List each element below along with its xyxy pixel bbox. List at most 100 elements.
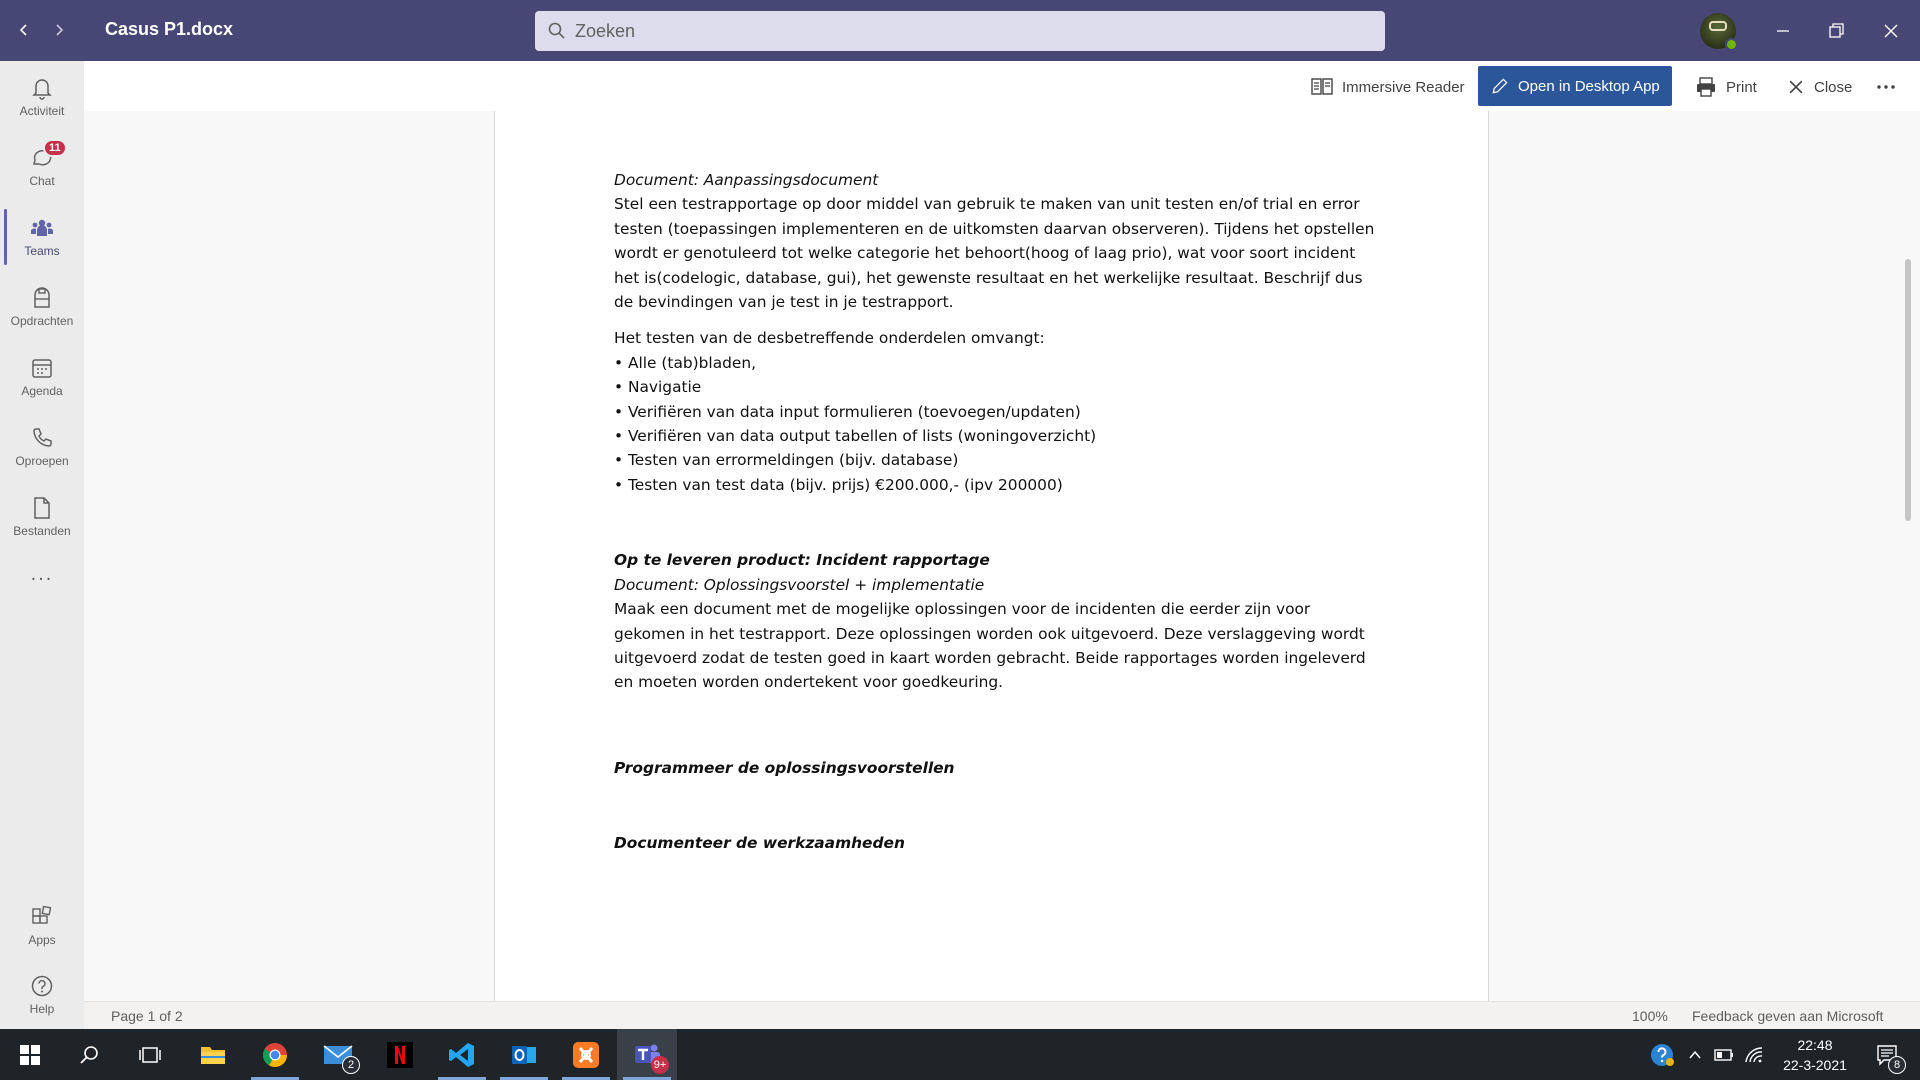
more-options-button[interactable] [1868, 69, 1904, 105]
rail-item-apps[interactable]: Apps [0, 892, 84, 958]
xampp-taskbar[interactable] [556, 1029, 616, 1080]
document-page: Document: Aanpassingsdocument Stel een t… [494, 111, 1489, 1001]
search-icon [548, 22, 565, 39]
search-icon [80, 1045, 98, 1064]
back-button[interactable] [10, 16, 38, 44]
rail-label: Activiteit [19, 103, 65, 118]
rail-item-activity[interactable]: Activiteit [0, 63, 84, 129]
document-title: Casus P1.docx [105, 19, 234, 39]
show-hidden-icons-button[interactable] [1683, 1029, 1707, 1080]
paragraph-testrapport: Stel een testrapportage op door middel v… [614, 195, 1375, 312]
vscode-taskbar[interactable] [432, 1029, 492, 1080]
rail-item-files[interactable]: Bestanden [0, 483, 84, 549]
list-item: • Verifiëren van data output tabellen of… [614, 427, 1097, 446]
list-item: • Testen van test data (bijv. prijs) €20… [614, 475, 1063, 494]
forward-button[interactable] [45, 16, 73, 44]
teams-badge: 9+ [651, 1056, 669, 1074]
restore-icon [1829, 23, 1844, 38]
rail-more-button[interactable]: ... [0, 551, 84, 597]
product-heading: Op te leveren product: Incident rapporta… [614, 551, 990, 570]
rail-item-chat[interactable]: 11 Chat [0, 133, 84, 199]
battery-icon [1714, 1048, 1733, 1061]
task-view-icon [139, 1046, 161, 1063]
rail-label: Oproepen [15, 453, 69, 468]
chevron-left-icon [19, 24, 27, 36]
list-item: • Verifiëren van data input formulieren … [614, 402, 1081, 421]
clock-time: 22:48 [1797, 1037, 1833, 1053]
heading-programmeer: Programmeer de oplossingsvoorstellen [614, 758, 955, 777]
immersive-reader-button[interactable]: Immersive Reader [1304, 69, 1471, 105]
zoom-level[interactable]: 100% [1632, 1008, 1668, 1024]
apps-icon [32, 905, 52, 924]
system-clock[interactable]: 22:48 22-3-2021 [1773, 1035, 1857, 1075]
network-tray-icon[interactable] [1742, 1029, 1766, 1080]
immersive-reader-label: Immersive Reader [1342, 78, 1465, 96]
close-document-button[interactable]: Close [1780, 69, 1858, 105]
restore-button[interactable] [1822, 16, 1852, 46]
chrome-taskbar[interactable] [245, 1029, 305, 1080]
list-item: • Navigatie [614, 378, 702, 397]
open-desktop-app-button[interactable]: Open in Desktop App [1478, 66, 1672, 106]
immersive-reader-icon [1311, 78, 1333, 95]
rail-item-calls[interactable]: Oproepen [0, 413, 84, 479]
rail-item-assignments[interactable]: Opdrachten [0, 273, 84, 339]
rail-label: Agenda [21, 383, 63, 398]
taskbar-search-button[interactable] [60, 1029, 120, 1080]
netflix-taskbar[interactable] [370, 1029, 430, 1080]
file-explorer-taskbar[interactable] [183, 1029, 243, 1080]
teams-taskbar[interactable]: 9+ [617, 1029, 677, 1080]
heading-documenteer: Documenteer de werkzaamheden [614, 834, 905, 853]
netflix-icon [387, 1041, 413, 1068]
rail-item-calendar[interactable]: Agenda [0, 343, 84, 409]
rail-item-teams[interactable]: Teams [0, 203, 84, 269]
avatar-glasses [1709, 21, 1727, 31]
rail-label: Opdrachten [10, 313, 74, 328]
rail-item-help[interactable]: Help [0, 961, 84, 1027]
minimize-icon [1777, 30, 1789, 32]
outlook-taskbar[interactable] [494, 1029, 554, 1080]
close-icon [1789, 80, 1803, 94]
print-label: Print [1726, 78, 1757, 96]
rail-label: Bestanden [13, 523, 71, 538]
rail-label: Apps [28, 932, 56, 947]
search-box[interactable] [535, 11, 1385, 51]
feedback-link[interactable]: Feedback geven aan Microsoft [1692, 1008, 1883, 1024]
avatar[interactable] [1700, 13, 1738, 51]
document-label-aanpassing: Document: Aanpassingsdocument [614, 171, 879, 189]
mail-taskbar[interactable]: 2 [308, 1029, 368, 1080]
assignments-icon [34, 286, 50, 308]
vertical-scrollbar[interactable] [1905, 259, 1911, 521]
chat-unread-badge: 11 [43, 139, 67, 157]
action-center-button[interactable]: 8 [1866, 1029, 1910, 1080]
xampp-icon [573, 1041, 599, 1068]
start-button[interactable] [0, 1029, 60, 1080]
help-tray-icon[interactable] [1646, 1029, 1678, 1080]
chevron-right-icon [56, 24, 64, 36]
print-button[interactable]: Print [1688, 69, 1763, 105]
calendar-icon [32, 358, 52, 378]
outlook-icon [512, 1045, 536, 1064]
list-item: • Testen van errormeldingen (bijv. datab… [614, 451, 959, 470]
open-desktop-app-label: Open in Desktop App [1518, 77, 1660, 95]
document-viewer: Immersive Reader Open in Desktop App Pri… [84, 61, 1920, 1029]
pencil-icon [1492, 78, 1508, 94]
rail-label: Teams [24, 243, 60, 258]
search-input[interactable] [575, 20, 1355, 42]
teams-icon [31, 219, 53, 236]
close-window-button[interactable] [1876, 16, 1906, 46]
rail-label: Help [29, 1001, 55, 1016]
task-view-button[interactable] [120, 1029, 180, 1080]
status-bar: Page 1 of 2 100% Feedback geven aan Micr… [84, 1001, 1920, 1029]
close-label: Close [1814, 78, 1853, 96]
title-bar: Casus P1.docx [0, 0, 1920, 61]
more-icon: ... [30, 562, 54, 585]
printer-icon [1697, 77, 1715, 97]
minimize-button[interactable] [1768, 16, 1798, 46]
folder-icon [201, 1046, 225, 1064]
page-indicator: Page 1 of 2 [111, 1008, 183, 1024]
mail-badge: 2 [342, 1056, 360, 1074]
battery-tray-icon[interactable] [1712, 1029, 1736, 1080]
windows-logo-icon [20, 1044, 40, 1065]
document-label-oplossing: Document: Oplossingsvoorstel + implement… [614, 575, 985, 594]
app-rail: Activiteit 11 Chat Teams Opdrachten Agen… [0, 61, 84, 1029]
